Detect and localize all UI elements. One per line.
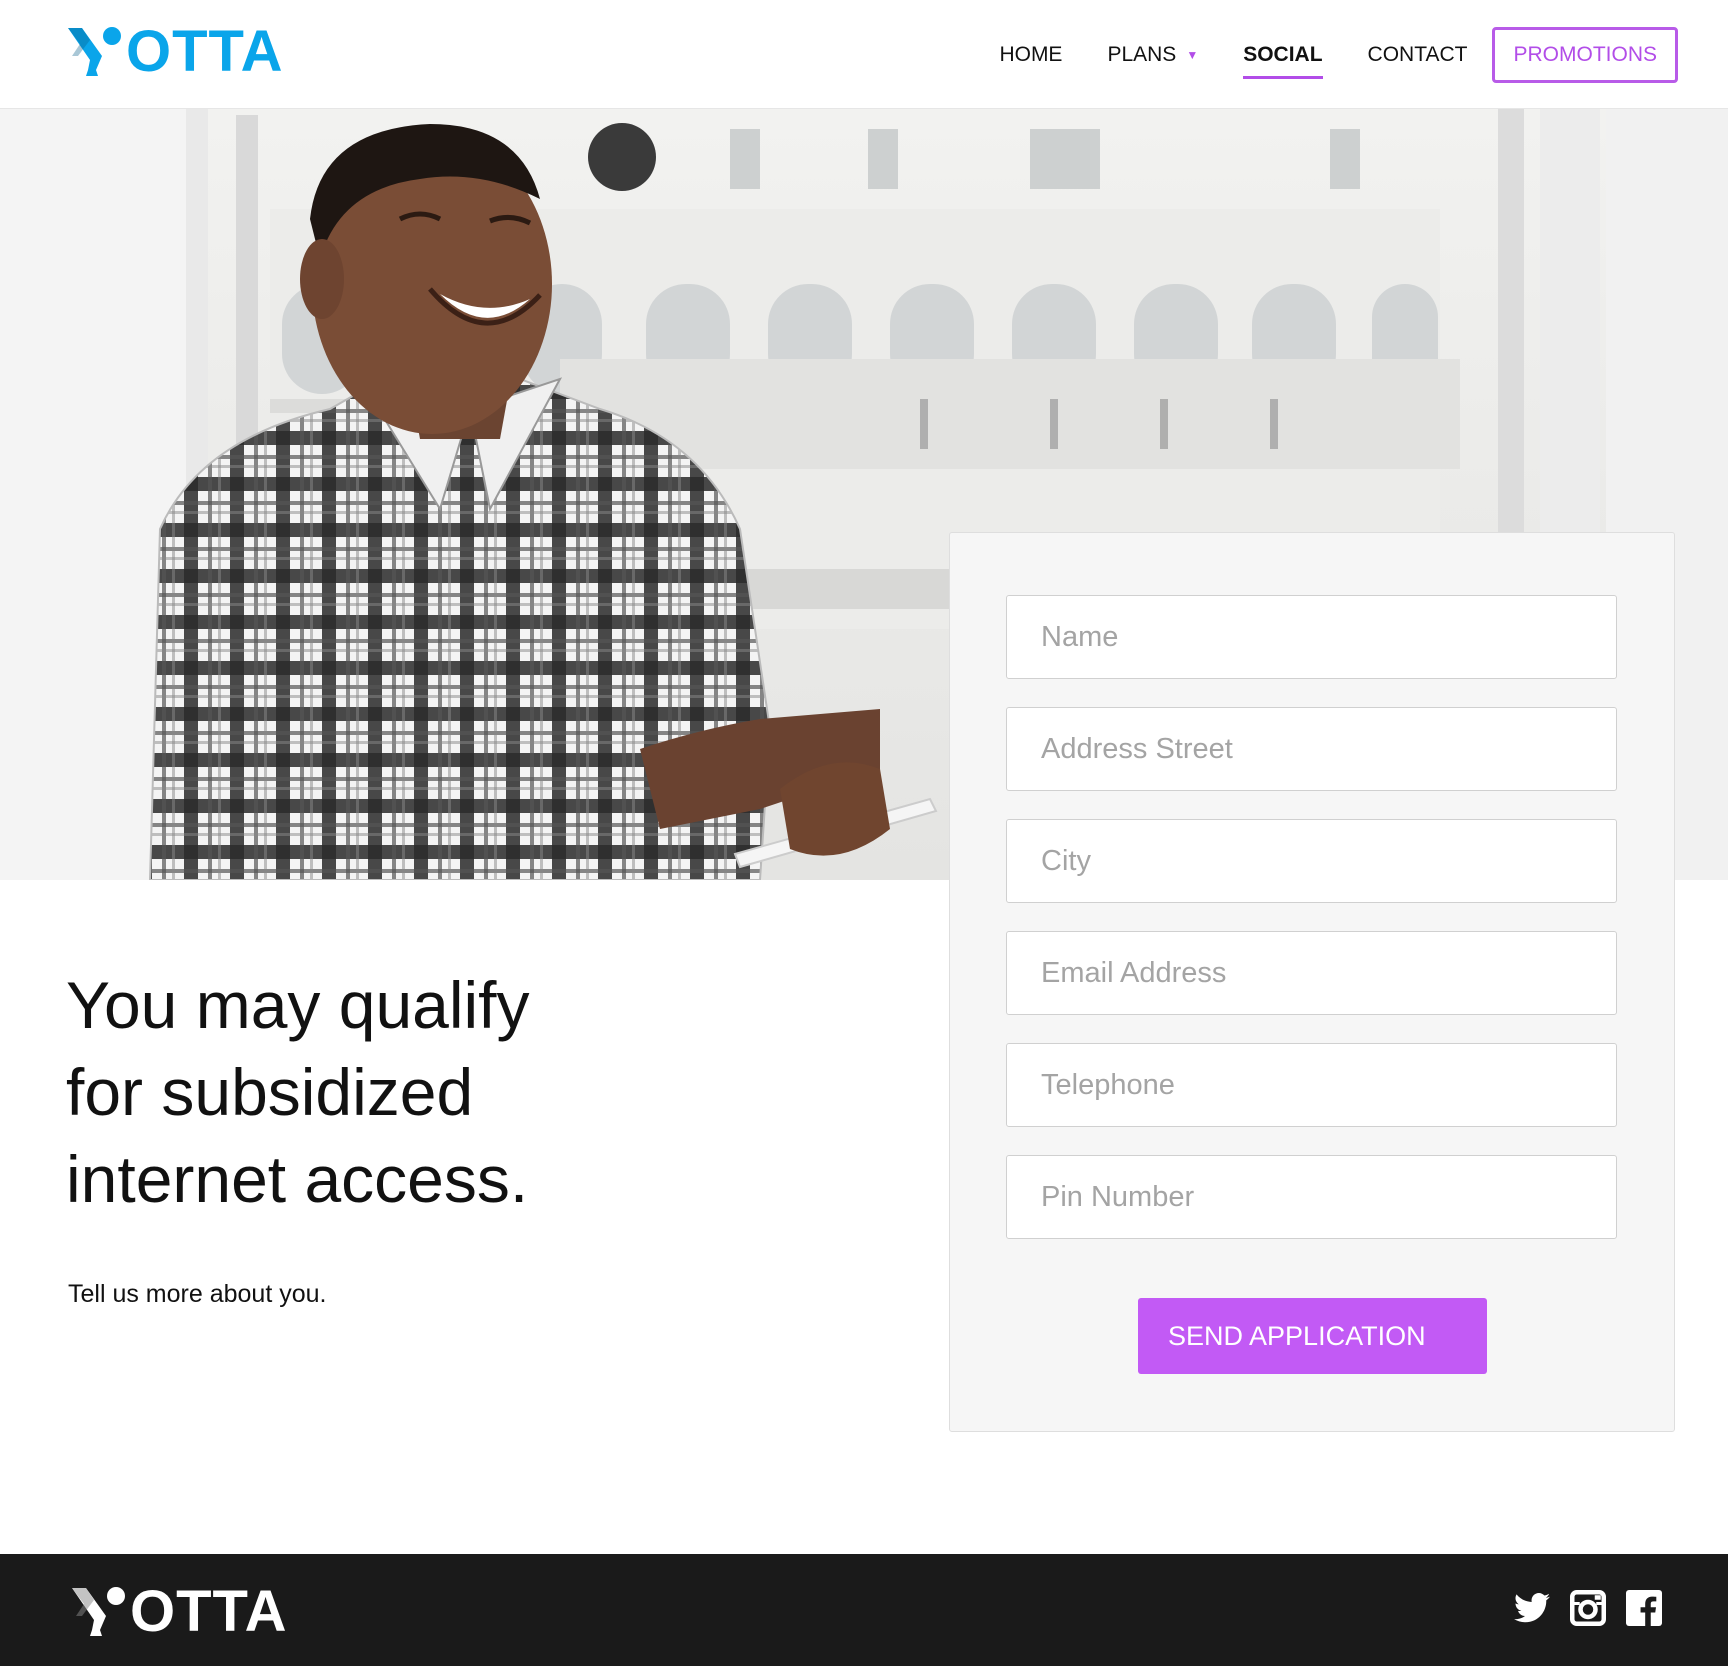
address-street-field[interactable] bbox=[1006, 707, 1617, 791]
send-application-button[interactable]: SEND APPLICATION bbox=[1138, 1298, 1487, 1374]
application-form: SEND APPLICATION bbox=[949, 532, 1675, 1432]
nav-plans-label: PLANS bbox=[1107, 43, 1177, 66]
logo[interactable]: OTTA bbox=[68, 22, 284, 82]
nav-contact-label: CONTACT bbox=[1367, 43, 1468, 66]
footer-logo-y-mark-icon bbox=[72, 1587, 125, 1636]
city-field[interactable] bbox=[1006, 819, 1617, 903]
headline-line-3: internet access. bbox=[66, 1142, 529, 1216]
promotions-button-label: PROMOTIONS bbox=[1513, 43, 1657, 66]
footer-logo[interactable]: OTTA bbox=[72, 1582, 288, 1642]
promotions-button[interactable]: PROMOTIONS bbox=[1492, 27, 1678, 83]
headline-line-1: You may qualify bbox=[66, 968, 530, 1042]
nav-social[interactable]: SOCIAL bbox=[1243, 27, 1323, 83]
site-footer: OTTA bbox=[0, 1554, 1728, 1666]
telephone-field[interactable] bbox=[1006, 1043, 1617, 1127]
twitter-icon[interactable] bbox=[1514, 1590, 1550, 1626]
logo-text: OTTA bbox=[126, 19, 284, 84]
facebook-icon[interactable] bbox=[1626, 1590, 1662, 1626]
nav-plans[interactable]: PLANS ▼ bbox=[1107, 27, 1198, 83]
pin-number-field[interactable] bbox=[1006, 1155, 1617, 1239]
site-header: OTTA HOME PLANS ▼ SOCIAL CONTACT PROMOTI… bbox=[0, 0, 1728, 109]
caret-down-icon: ▼ bbox=[1186, 48, 1199, 62]
nav-home-label: HOME bbox=[999, 43, 1063, 66]
instagram-icon[interactable] bbox=[1570, 1590, 1606, 1626]
social-links bbox=[1514, 1590, 1662, 1626]
logo-y-mark-icon bbox=[68, 27, 121, 76]
hero-subtext: Tell us more about you. bbox=[68, 1280, 327, 1308]
nav-contact[interactable]: CONTACT bbox=[1368, 27, 1468, 83]
footer-logo-text: OTTA bbox=[130, 1579, 288, 1644]
nav-home[interactable]: HOME bbox=[999, 27, 1062, 83]
main-nav: HOME PLANS ▼ SOCIAL CONTACT PROMOTIONS bbox=[999, 27, 1678, 83]
hero-headline: You may qualify for subsidized internet … bbox=[66, 962, 626, 1223]
nav-social-label: SOCIAL bbox=[1243, 43, 1323, 66]
name-field[interactable] bbox=[1006, 595, 1617, 679]
email-field[interactable] bbox=[1006, 931, 1617, 1015]
headline-line-2: for subsidized bbox=[66, 1055, 474, 1129]
